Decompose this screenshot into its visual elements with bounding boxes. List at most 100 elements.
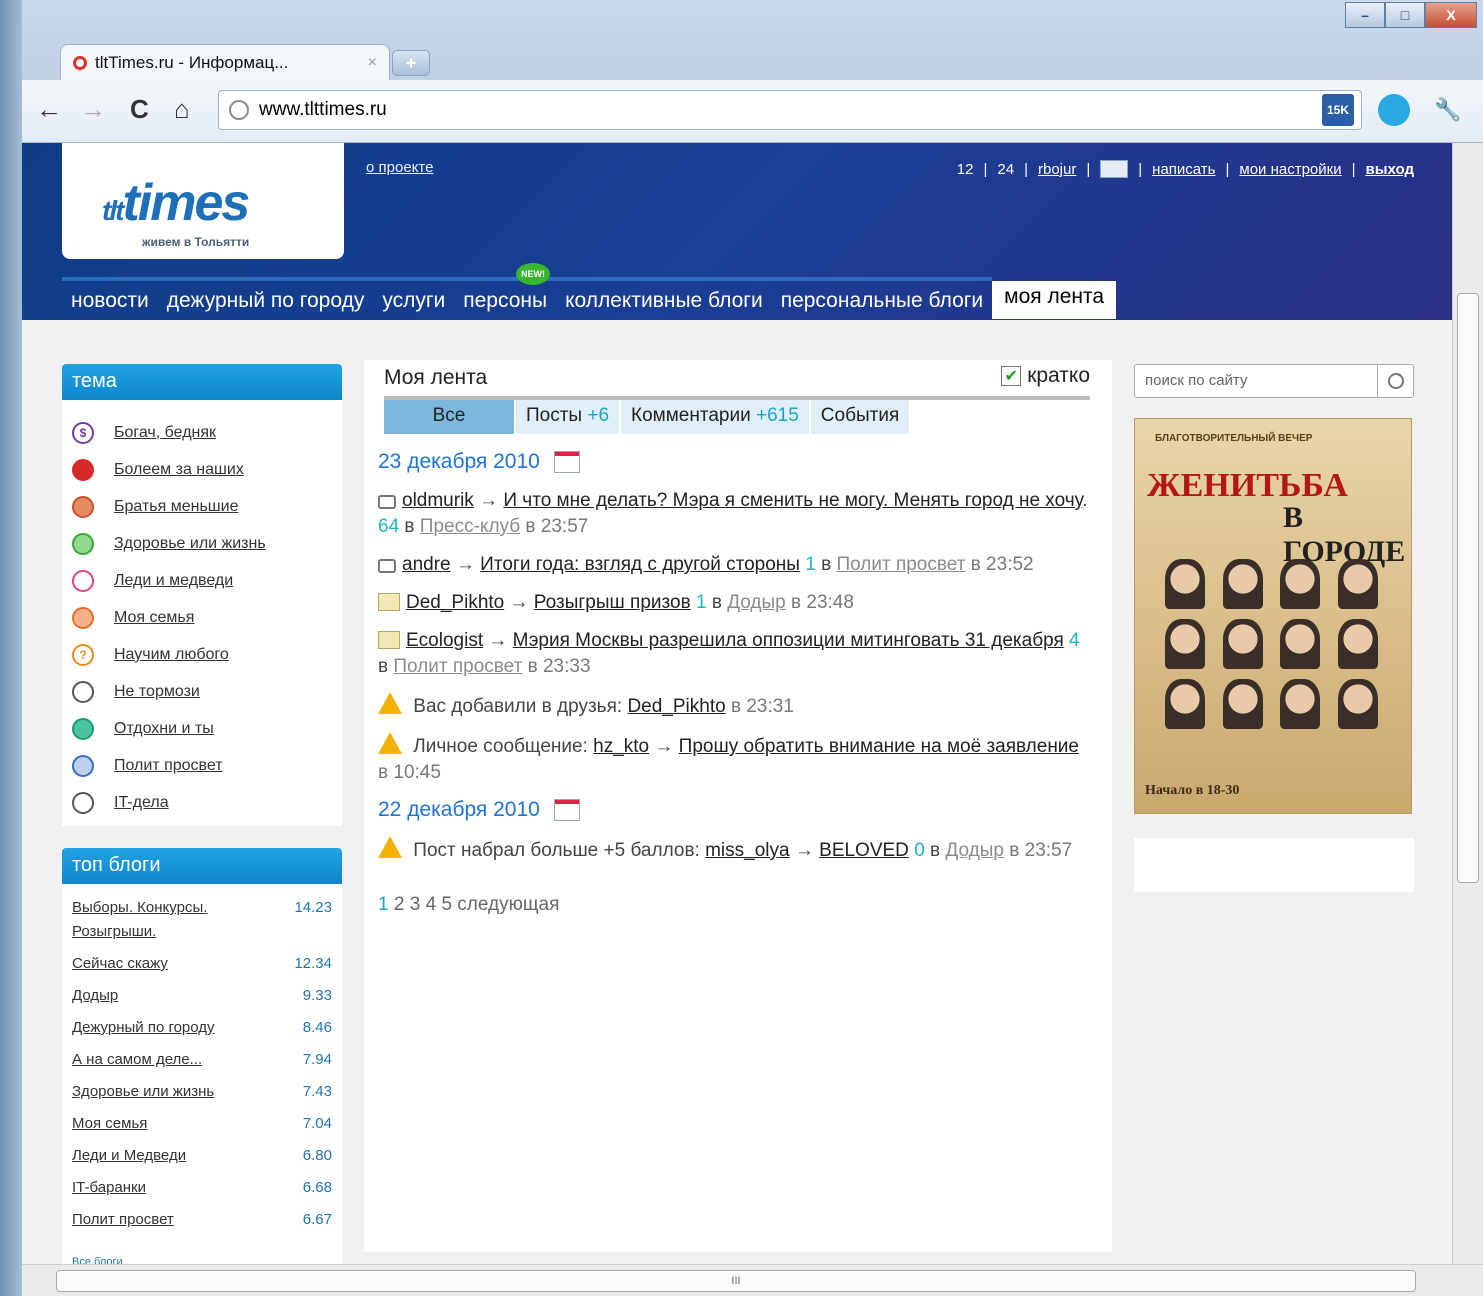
nav-city-duty[interactable]: дежурный по городу xyxy=(157,277,374,319)
theme-item[interactable]: Полит просвет xyxy=(72,747,332,784)
search-button[interactable] xyxy=(1377,365,1413,397)
reload-icon[interactable]: C xyxy=(130,94,149,125)
blog-link[interactable]: Здоровье или жизнь xyxy=(72,1080,214,1104)
comment-count[interactable]: 64 xyxy=(378,516,399,537)
settings-link[interactable]: мои настройки xyxy=(1239,161,1341,178)
next-page-link[interactable]: следующая xyxy=(457,894,559,915)
theme-link[interactable]: Здоровье или жизнь xyxy=(114,535,266,553)
logout-link[interactable]: выход xyxy=(1366,161,1415,178)
post-link[interactable]: Розыгрыш призов xyxy=(534,592,691,613)
skype-icon[interactable] xyxy=(1378,94,1410,126)
tab-events[interactable]: События xyxy=(810,400,910,434)
user-link[interactable]: Ded_Pikhto xyxy=(406,592,504,613)
theme-link[interactable]: Отдохни и ты xyxy=(114,720,214,738)
brief-toggle[interactable]: ✔ кратко xyxy=(1001,364,1090,388)
tab-posts[interactable]: Посты +6 xyxy=(516,400,620,434)
theme-item[interactable]: ? Научим любого xyxy=(72,636,332,673)
blog-link[interactable]: Додыр xyxy=(72,984,118,1008)
blog-link[interactable]: Сейчас скажу xyxy=(72,952,168,976)
blog-link[interactable]: Дежурный по городу xyxy=(72,1016,215,1040)
minimize-button[interactable]: – xyxy=(1345,2,1385,28)
message-link[interactable]: Прошу обратить внимание на моё заявление xyxy=(679,736,1079,757)
extension-15k-icon[interactable]: 15K xyxy=(1322,94,1354,126)
user-link[interactable]: hz_kto xyxy=(593,736,649,757)
blog-link[interactable]: Моя семья xyxy=(72,1112,147,1136)
page-link[interactable]: 3 xyxy=(410,894,421,915)
brief-checkbox[interactable]: ✔ xyxy=(1001,366,1022,386)
theme-item[interactable]: Болеем за наших xyxy=(72,451,332,488)
browser-tab[interactable]: tltTimes.ru - Информац... × xyxy=(60,44,390,80)
blog-link[interactable]: Леди и Медведи xyxy=(72,1144,186,1168)
blog-link[interactable]: Выборы. Конкурсы. Розыгрыши. xyxy=(72,896,272,944)
vertical-scrollbar[interactable] xyxy=(1452,143,1483,1264)
blog-link[interactable]: Додыр xyxy=(945,840,1004,861)
blog-link[interactable]: Додыр xyxy=(727,592,786,613)
horizontal-scroll-thumb[interactable]: III xyxy=(56,1270,1416,1292)
write-link[interactable]: написать xyxy=(1152,161,1215,178)
comment-count[interactable]: 4 xyxy=(1069,630,1080,651)
theme-link[interactable]: Леди и медведи xyxy=(114,572,233,590)
page-link[interactable]: 2 xyxy=(394,894,405,915)
post-link[interactable]: Мэрия Москвы разрешила оппозиции митинго… xyxy=(513,630,1064,651)
theme-link[interactable]: Болеем за наших xyxy=(114,461,244,479)
theme-link[interactable]: Моя семья xyxy=(114,609,194,627)
nav-services[interactable]: услуги xyxy=(373,277,455,319)
tab-all[interactable]: Все xyxy=(384,400,514,434)
tab-comments[interactable]: Комментарии +615 xyxy=(621,400,809,434)
theme-link[interactable]: Научим любого xyxy=(114,646,229,664)
maximize-button[interactable]: □ xyxy=(1385,2,1425,28)
site-logo[interactable]: tlttimes живем в Тольятти xyxy=(62,143,344,259)
theme-item[interactable]: Здоровье или жизнь xyxy=(72,525,332,562)
forward-icon[interactable]: → xyxy=(80,94,106,125)
count-24[interactable]: 24 xyxy=(997,161,1014,178)
vertical-scroll-thumb[interactable] xyxy=(1457,293,1479,883)
theme-item[interactable]: Леди и медведи xyxy=(72,562,332,599)
nav-collective-blogs[interactable]: коллективные блоги xyxy=(556,277,772,319)
horizontal-scrollbar[interactable]: III xyxy=(22,1264,1483,1296)
post-link[interactable]: BELOVED xyxy=(819,840,909,861)
theme-item[interactable]: Не тормози xyxy=(72,673,332,710)
blog-link[interactable]: IT-баранки xyxy=(72,1176,146,1200)
calendar-icon[interactable] xyxy=(553,799,580,821)
address-bar[interactable]: www.tlttimes.ru ☆ xyxy=(218,90,1362,130)
comment-count[interactable]: 1 xyxy=(805,554,816,575)
user-link[interactable]: Ecologist xyxy=(406,630,483,651)
theme-item[interactable]: Братья меньшие xyxy=(72,488,332,525)
count-12[interactable]: 12 xyxy=(957,161,974,178)
back-icon[interactable]: ← xyxy=(36,94,62,125)
site-search[interactable]: поиск по сайту xyxy=(1134,364,1414,398)
blog-link[interactable]: А на самом деле... xyxy=(72,1048,202,1072)
page-link[interactable]: 4 xyxy=(426,894,437,915)
about-link[interactable]: о проекте xyxy=(366,159,433,176)
user-link[interactable]: andre xyxy=(402,554,451,575)
user-link[interactable]: oldmurik xyxy=(402,490,474,511)
theme-link[interactable]: Братья меньшие xyxy=(114,498,238,516)
wrench-icon[interactable]: 🔧 xyxy=(1432,94,1464,126)
user-link[interactable]: Ded_Pikhto xyxy=(627,696,725,717)
comment-count[interactable]: 0 xyxy=(914,840,925,861)
event-poster-banner[interactable]: БЛАГОТВОРИТЕЛЬНЫЙ ВЕЧЕР ЖЕНИТЬБА В ГОРОД… xyxy=(1134,418,1412,814)
close-window-button[interactable]: X xyxy=(1425,2,1477,28)
username-link[interactable]: rbojur xyxy=(1038,161,1076,178)
theme-link[interactable]: Богач, бедняк xyxy=(114,424,216,442)
nav-news[interactable]: новости xyxy=(62,277,158,319)
search-input[interactable]: поиск по сайту xyxy=(1145,372,1247,389)
blog-link[interactable]: Полит просвет xyxy=(72,1208,174,1232)
theme-item[interactable]: $ Богач, бедняк xyxy=(72,414,332,451)
calendar-icon[interactable] xyxy=(553,451,580,473)
theme-item[interactable]: Отдохни и ты xyxy=(72,710,332,747)
blog-link[interactable]: Пресс-клуб xyxy=(420,516,520,537)
tab-close-icon[interactable]: × xyxy=(368,54,377,72)
theme-link[interactable]: Не тормози xyxy=(114,683,200,701)
new-tab-button[interactable]: + xyxy=(392,50,430,76)
theme-link[interactable]: Полит просвет xyxy=(114,757,223,775)
theme-link[interactable]: IT-дела xyxy=(114,794,169,812)
nav-my-feed[interactable]: моя лента xyxy=(992,281,1117,319)
blog-link[interactable]: Полит просвет xyxy=(836,554,965,575)
blog-link[interactable]: Полит просвет xyxy=(393,656,522,677)
home-icon[interactable]: ⌂ xyxy=(174,94,190,125)
nav-personal-blogs[interactable]: персональные блоги xyxy=(771,277,993,319)
user-link[interactable]: miss_olya xyxy=(705,840,789,861)
theme-item[interactable]: Моя семья xyxy=(72,599,332,636)
post-link[interactable]: Итоги года: взгляд с другой стороны xyxy=(480,554,800,575)
